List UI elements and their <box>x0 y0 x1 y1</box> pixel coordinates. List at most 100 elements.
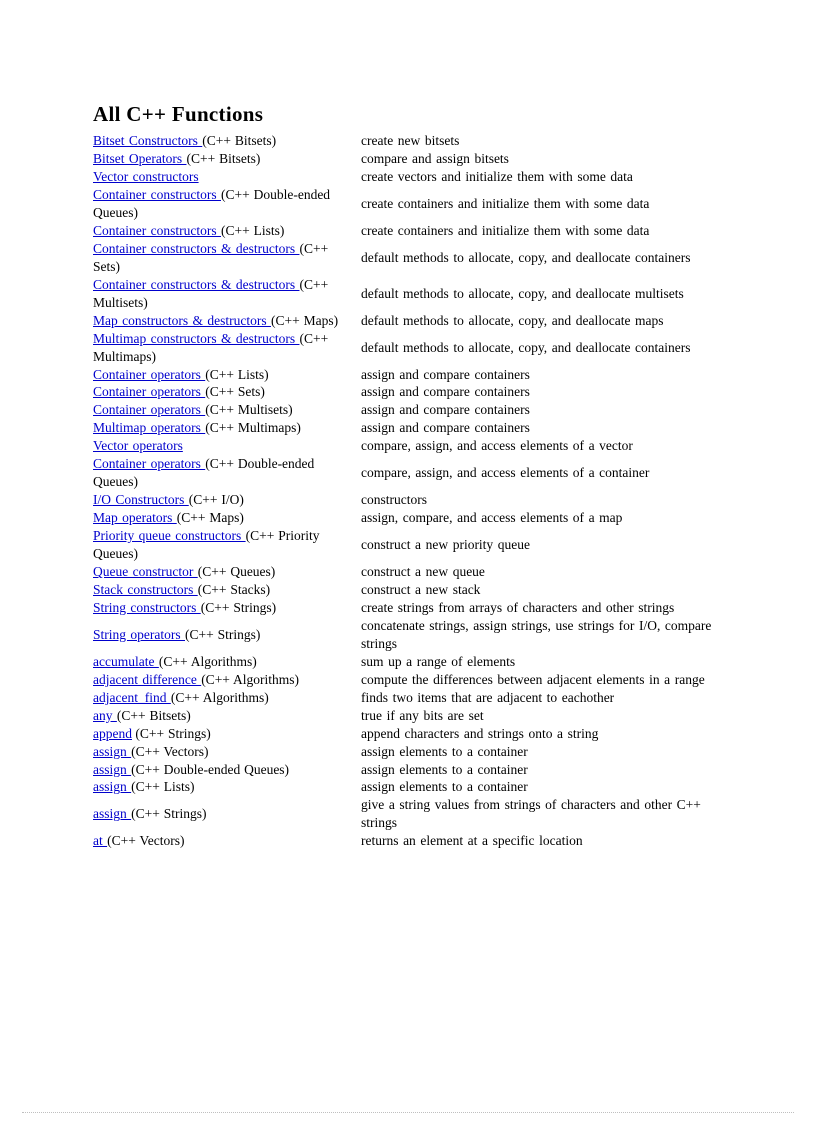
description-text: append characters and strings onto a str… <box>361 725 599 741</box>
functions-table: Bitset Constructors (C++ Bitsets) create … <box>93 132 725 850</box>
description-cell: assign and compare containers <box>361 383 725 401</box>
table-row: Container constructors (C++ Lists) create… <box>93 222 725 240</box>
function-category-label: (C++ Multisets) <box>205 402 293 418</box>
function-link[interactable]: adjacent_find <box>93 690 171 705</box>
function-category-label: (C++ Lists) <box>205 366 269 382</box>
description-text: give a string values from strings of cha… <box>361 797 701 831</box>
function-cell: Priority queue constructors (C++ Priorit… <box>93 527 359 563</box>
table-row: Vector constructors create vectors and i… <box>93 168 725 186</box>
table-row: Container operators (C++ Lists) assign an… <box>93 366 725 384</box>
function-link[interactable]: Multimap operators <box>93 420 205 435</box>
table-row: Container operators (C++ Sets) assign and… <box>93 383 725 401</box>
function-link[interactable]: Container operators <box>93 402 205 417</box>
table-row: Bitset Constructors (C++ Bitsets) create … <box>93 132 725 150</box>
function-link[interactable]: assign <box>93 779 131 794</box>
function-link[interactable]: String constructors <box>93 600 201 615</box>
description-text: constructors <box>361 492 427 508</box>
function-category-label: (C++ Algorithms) <box>158 653 257 669</box>
function-category-label: (C++ Maps) <box>270 312 339 328</box>
function-link[interactable]: assign <box>93 744 131 759</box>
function-category-label: (C++ Bitsets) <box>186 151 261 167</box>
function-category-label: (C++ Lists) <box>131 779 195 795</box>
function-link[interactable]: Map constructors & destructors <box>93 313 271 328</box>
function-link[interactable]: Container constructors & destructors <box>93 241 299 256</box>
function-link[interactable]: assign <box>93 806 131 821</box>
function-link[interactable]: I/O Constructors <box>93 492 189 507</box>
function-link[interactable]: Container operators <box>93 456 205 471</box>
function-cell: Container operators (C++ Multisets) <box>93 401 359 419</box>
description-cell: constructors <box>361 491 725 509</box>
function-cell: Container operators (C++ Double-ended Qu… <box>93 455 359 491</box>
function-category-label: (C++ Lists) <box>220 222 285 238</box>
function-cell: I/O Constructors (C++ I/O) <box>93 491 359 509</box>
table-row: Container constructors (C++ Double-ended… <box>93 186 725 222</box>
function-cell: adjacent difference (C++ Algorithms) <box>93 671 359 689</box>
function-link[interactable]: adjacent difference <box>93 672 201 687</box>
page-title: All C++ Functions <box>93 102 264 126</box>
description-text: create containers and initialize them wi… <box>361 222 650 238</box>
function-cell: Bitset Constructors (C++ Bitsets) <box>93 132 359 150</box>
function-link[interactable]: Bitset Operators <box>93 151 186 166</box>
function-link[interactable]: Container operators <box>93 384 205 399</box>
table-row: adjacent difference (C++ Algorithms) comp… <box>93 671 725 689</box>
description-text: assign, compare, and access elements of … <box>361 510 623 526</box>
description-cell: construct a new stack <box>361 581 725 599</box>
function-link[interactable]: Queue constructor <box>93 564 198 579</box>
description-cell: create new bitsets <box>361 132 725 150</box>
description-cell: default methods to allocate, copy, and d… <box>361 312 725 330</box>
table-row: append (C++ Strings) append characters an… <box>93 725 725 743</box>
description-text: returns an element at a specific locatio… <box>361 833 583 849</box>
function-link[interactable]: Container constructors <box>93 223 221 238</box>
function-cell: assign (C++ Double-ended Queues) <box>93 761 359 779</box>
table-row: Map operators (C++ Maps) assign, compare,… <box>93 509 725 527</box>
description-cell: assign and compare containers <box>361 401 725 419</box>
description-text: concatenate strings, assign strings, use… <box>361 617 712 651</box>
function-link[interactable]: Stack constructors <box>93 582 198 597</box>
description-text: create strings from arrays of characters… <box>361 599 675 615</box>
table-row: Container constructors & destructors (C+… <box>93 240 725 276</box>
table-row: Map constructors & destructors (C++ Maps… <box>93 312 725 330</box>
function-link[interactable]: Vector operators <box>93 438 183 453</box>
function-category-label: (C++ Strings) <box>200 599 277 615</box>
function-category-label: (C++ Strings) <box>131 806 207 822</box>
description-cell: give a string values from strings of cha… <box>361 796 725 832</box>
function-cell: Map constructors & destructors (C++ Maps… <box>93 312 359 330</box>
function-link[interactable]: Container operators <box>93 367 205 382</box>
function-category-label: (C++ Double-ended Queues) <box>131 761 290 777</box>
function-cell: Queue constructor (C++ Queues) <box>93 563 359 581</box>
function-category-label: (C++ Bitsets) <box>202 133 277 149</box>
footer-divider <box>22 1112 794 1113</box>
description-cell: compute the differences between adjacent… <box>361 671 725 689</box>
function-cell: Container constructors (C++ Double-ended… <box>93 186 359 222</box>
function-link[interactable]: append <box>93 726 132 741</box>
function-link[interactable]: at <box>93 833 107 848</box>
function-link[interactable]: Bitset Constructors <box>93 133 202 148</box>
function-link[interactable]: Vector constructors <box>93 169 199 184</box>
function-link[interactable]: assign <box>93 762 131 777</box>
description-text: default methods to allocate, copy, and d… <box>361 249 691 265</box>
function-link[interactable]: String operators <box>93 627 185 642</box>
description-text: compare and assign bitsets <box>361 151 509 167</box>
table-row: Vector operators compare, assign, and ac… <box>93 437 725 455</box>
function-link[interactable]: Container constructors & destructors <box>93 277 299 292</box>
function-link[interactable]: Container constructors <box>93 187 221 202</box>
function-link[interactable]: accumulate <box>93 654 159 669</box>
description-text: sum up a range of elements <box>361 653 516 669</box>
description-text: compare, assign, and access elements of … <box>361 438 633 454</box>
description-cell: construct a new priority queue <box>361 527 725 563</box>
function-cell: Container constructors & destructors (C+… <box>93 240 359 276</box>
function-cell: Bitset Operators (C++ Bitsets) <box>93 150 359 168</box>
description-text: compute the differences between adjacent… <box>361 671 705 687</box>
function-link[interactable]: Priority queue constructors <box>93 528 246 543</box>
function-link[interactable]: any <box>93 708 117 723</box>
description-text: construct a new priority queue <box>361 537 530 553</box>
description-cell: compare, assign, and access elements of … <box>361 455 725 491</box>
document-page: All C++ Functions Bitset Constructors (C… <box>0 0 816 1123</box>
description-cell: compare and assign bitsets <box>361 150 725 168</box>
function-category-label: (C++ I/O) <box>188 492 244 508</box>
function-link[interactable]: Multimap constructors & destructors <box>93 331 299 346</box>
function-category-label: (C++ Vectors) <box>107 833 185 849</box>
function-cell: Vector constructors <box>93 168 359 186</box>
function-link[interactable]: Map operators <box>93 510 177 525</box>
description-cell: assign elements to a container <box>361 778 725 796</box>
